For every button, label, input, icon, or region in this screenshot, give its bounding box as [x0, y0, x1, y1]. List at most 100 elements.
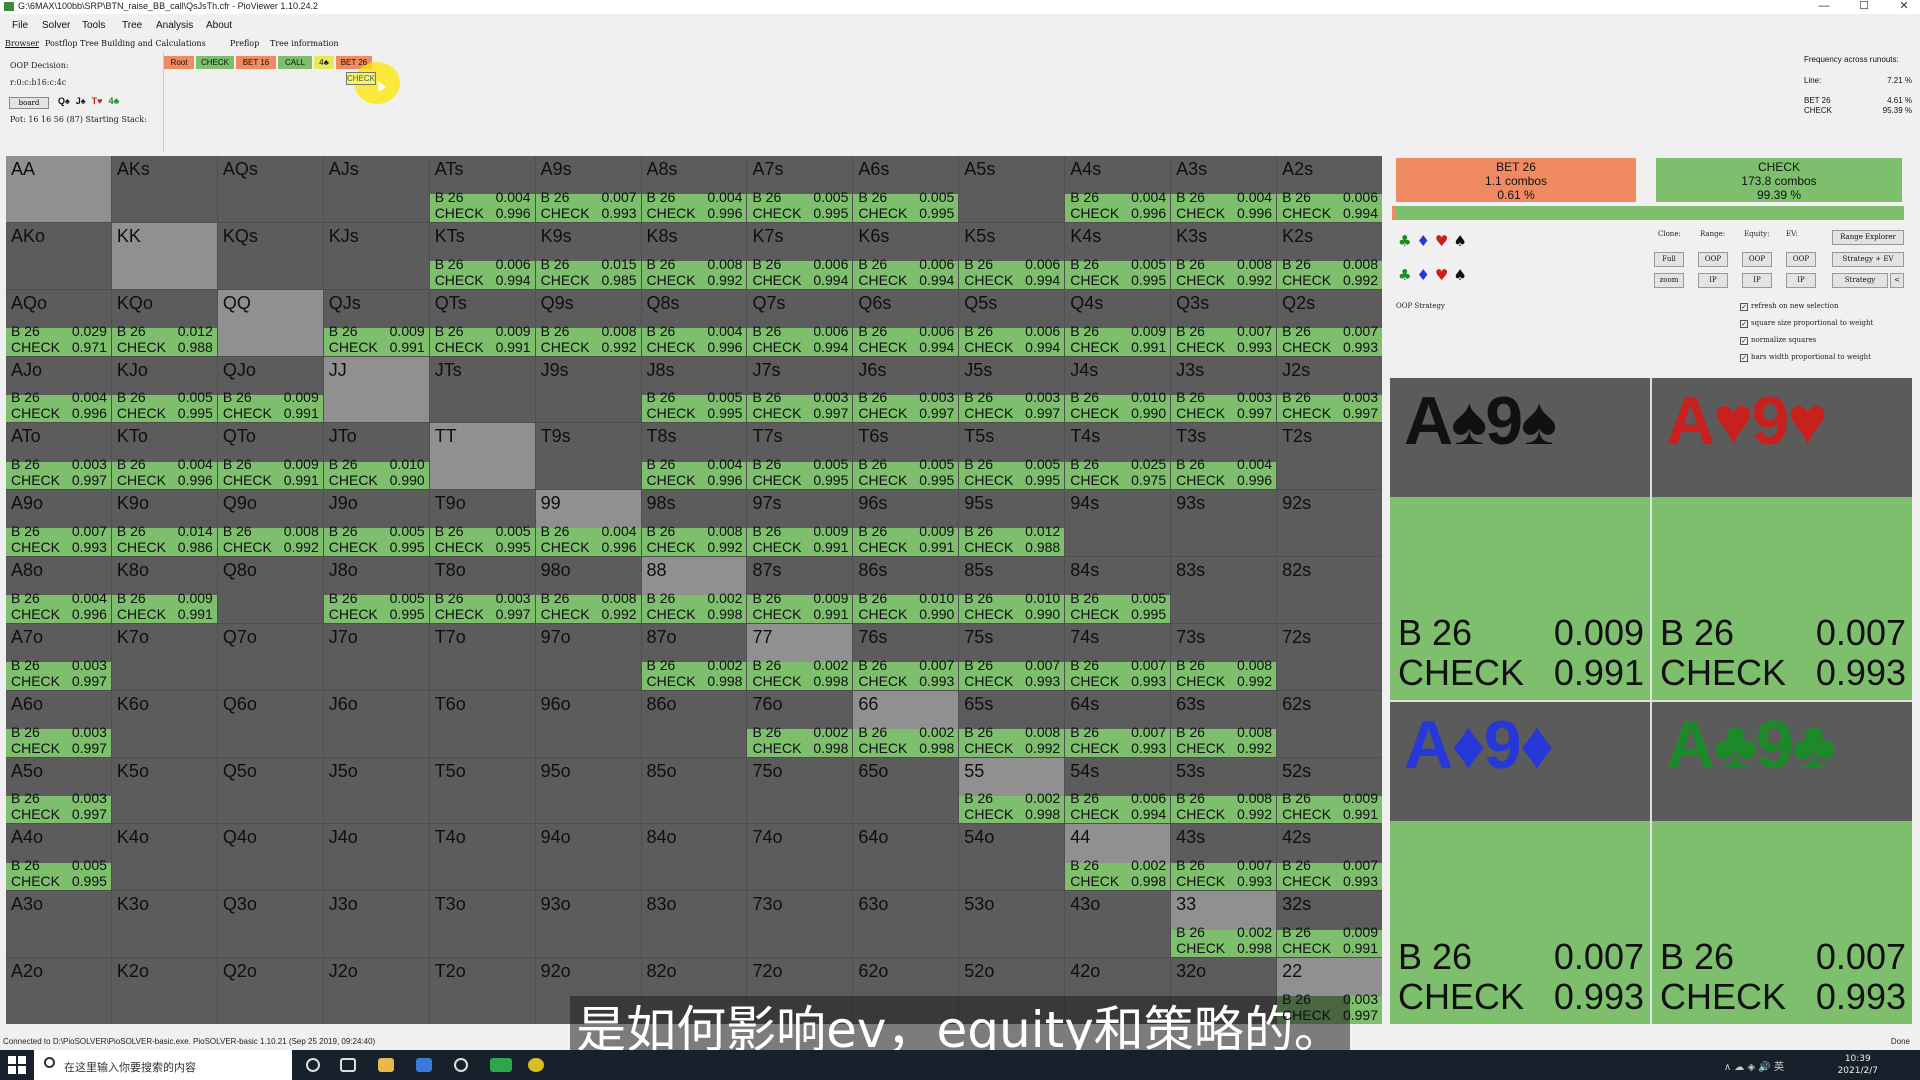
hand-cell[interactable]: T3o: [429, 891, 535, 958]
check-icon[interactable]: ✓: [1740, 337, 1748, 345]
hand-cell[interactable]: 55 B 26 0.002 CHECK 0.998: [959, 757, 1065, 824]
hand-cell[interactable]: T4o: [429, 824, 535, 891]
hand-cell[interactable]: 43o: [1065, 891, 1171, 958]
breadcrumb-item[interactable]: BET 16: [236, 56, 276, 69]
cortana-icon[interactable]: [306, 1058, 320, 1072]
hand-cell[interactable]: A4o B 26 0.005 CHECK 0.995: [6, 824, 111, 891]
hand-cell[interactable]: Q4o: [217, 824, 323, 891]
hand-cell[interactable]: 73o: [747, 891, 853, 958]
hand-cell[interactable]: K4s B 26 0.005 CHECK 0.995: [1065, 222, 1171, 289]
hand-cell[interactable]: T5s B 26 0.005 CHECK 0.995: [959, 423, 1065, 490]
hand-cell[interactable]: KJo B 26 0.005 CHECK 0.995: [111, 356, 217, 423]
hand-cell[interactable]: 53s B 26 0.008 CHECK 0.992: [1171, 757, 1277, 824]
hand-cell[interactable]: 75o: [747, 757, 853, 824]
zoom-button[interactable]: zoom: [1654, 273, 1684, 288]
hand-cell[interactable]: K7o: [111, 623, 217, 690]
hand-cell[interactable]: A3o: [6, 891, 111, 958]
hand-cell[interactable]: 43s B 26 0.007 CHECK 0.993: [1171, 824, 1277, 891]
hand-cell[interactable]: A8s B 26 0.004 CHECK 0.996: [641, 156, 747, 222]
hand-cell[interactable]: 86o: [641, 690, 747, 757]
hand-cell[interactable]: Q8o: [217, 557, 323, 623]
hand-cell[interactable]: K3s B 26 0.008 CHECK 0.992: [1171, 222, 1277, 289]
hand-cell[interactable]: T5o: [429, 757, 535, 824]
hand-cell[interactable]: JJ: [323, 356, 429, 423]
hand-cell[interactable]: 97s B 26 0.009 CHECK 0.991: [747, 490, 853, 557]
check-icon[interactable]: ✓: [1740, 320, 1748, 328]
hand-cell[interactable]: T7o: [429, 623, 535, 690]
hand-cell[interactable]: KTs B 26 0.006 CHECK 0.994: [429, 222, 535, 289]
hand-cell[interactable]: K2o: [111, 958, 217, 1024]
hand-cell[interactable]: AQs: [217, 156, 323, 222]
hand-cell[interactable]: QQ: [217, 289, 323, 356]
combo-card[interactable]: A♠9♠ B 26 0.009 CHECK 0.991: [1390, 378, 1650, 700]
menu-tree[interactable]: Tree: [122, 20, 142, 31]
hand-cell[interactable]: J4o: [323, 824, 429, 891]
check-icon[interactable]: ✓: [1740, 303, 1748, 311]
hand-cell[interactable]: 52s B 26 0.009 CHECK 0.991: [1277, 757, 1382, 824]
hand-cell[interactable]: QJs B 26 0.009 CHECK 0.991: [323, 289, 429, 356]
hand-cell[interactable]: 87o B 26 0.002 CHECK 0.998: [641, 623, 747, 690]
hand-cell[interactable]: J9o B 26 0.005 CHECK 0.995: [323, 490, 429, 557]
menu-analysis[interactable]: Analysis: [156, 20, 193, 31]
hand-cell[interactable]: 64s B 26 0.007 CHECK 0.993: [1065, 690, 1171, 757]
hand-cell[interactable]: 85o: [641, 757, 747, 824]
hand-cell[interactable]: 85s B 26 0.010 CHECK 0.990: [959, 557, 1065, 623]
hand-cell[interactable]: 87s B 26 0.009 CHECK 0.991: [747, 557, 853, 623]
hand-cell[interactable]: 82s: [1277, 557, 1382, 623]
hand-cell[interactable]: Q3o: [217, 891, 323, 958]
range-ip-button[interactable]: IP: [1698, 273, 1728, 288]
hand-cell[interactable]: K9s B 26 0.015 CHECK 0.985: [535, 222, 641, 289]
taskbar-search[interactable]: 在这里输入你要搜索的内容: [34, 1050, 292, 1080]
hand-cell[interactable]: A2s B 26 0.006 CHECK 0.994: [1277, 156, 1382, 222]
hand-cell[interactable]: ATo B 26 0.003 CHECK 0.997: [6, 423, 111, 490]
hand-cell[interactable]: T2o: [429, 958, 535, 1024]
club-icon[interactable]: ♣: [1398, 232, 1411, 250]
hand-cell[interactable]: 74o: [747, 824, 853, 891]
hand-cell[interactable]: 44 B 26 0.002 CHECK 0.998: [1065, 824, 1171, 891]
hand-cell[interactable]: 73s B 26 0.008 CHECK 0.992: [1171, 623, 1277, 690]
hand-cell[interactable]: T8o B 26 0.003 CHECK 0.997: [429, 557, 535, 623]
hand-cell[interactable]: J8s B 26 0.005 CHECK 0.995: [641, 356, 747, 423]
app-icon-yellow[interactable]: [528, 1058, 544, 1072]
hand-cell[interactable]: J7s B 26 0.003 CHECK 0.997: [747, 356, 853, 423]
breadcrumb-item[interactable]: CHECK: [196, 56, 234, 69]
hand-cell[interactable]: Q4s B 26 0.009 CHECK 0.991: [1065, 289, 1171, 356]
tab-browser[interactable]: Browser: [5, 39, 39, 48]
menu-about[interactable]: About: [206, 20, 232, 31]
hand-cell[interactable]: 98o B 26 0.008 CHECK 0.992: [535, 557, 641, 623]
suit-filter-row-1[interactable]: ♣ ♦ ♥ ♠: [1398, 232, 1472, 250]
hand-cell[interactable]: 65o: [853, 757, 959, 824]
ev-oop-button[interactable]: OOP: [1786, 252, 1816, 267]
hand-cell[interactable]: T3s B 26 0.004 CHECK 0.996: [1171, 423, 1277, 490]
hand-cell[interactable]: T9o B 26 0.005 CHECK 0.995: [429, 490, 535, 557]
hand-cell[interactable]: TT: [429, 423, 535, 490]
hand-cell[interactable]: Q3s B 26 0.007 CHECK 0.993: [1171, 289, 1277, 356]
close-button[interactable]: ✕: [1888, 0, 1920, 14]
taskbar-clock[interactable]: 10:39 2021/2/7: [1838, 1053, 1878, 1077]
breadcrumb-item[interactable]: 4♣: [314, 56, 334, 69]
checkbox-normalize[interactable]: ✓ normalize squares: [1740, 336, 1816, 345]
hand-cell[interactable]: T8s B 26 0.004 CHECK 0.996: [641, 423, 747, 490]
hand-cell[interactable]: AJo B 26 0.004 CHECK 0.996: [6, 356, 111, 423]
wechat-icon[interactable]: [490, 1058, 512, 1072]
hand-cell[interactable]: KK: [111, 222, 217, 289]
club-icon[interactable]: ♣: [1398, 266, 1411, 284]
hand-cell[interactable]: T6s B 26 0.005 CHECK 0.995: [853, 423, 959, 490]
combo-card[interactable]: A♦9♦ B 26 0.007 CHECK 0.993: [1390, 702, 1650, 1024]
hand-cell[interactable]: 86s B 26 0.010 CHECK 0.990: [853, 557, 959, 623]
suit-filter-row-2[interactable]: ♣ ♦ ♥ ♠: [1398, 266, 1472, 284]
menu-solver[interactable]: Solver: [42, 20, 70, 31]
hand-cell[interactable]: A9o B 26 0.007 CHECK 0.993: [6, 490, 111, 557]
tab-preflop[interactable]: Preflop: [230, 39, 259, 48]
hand-cell[interactable]: JTo B 26 0.010 CHECK 0.990: [323, 423, 429, 490]
spade-icon[interactable]: ♠: [1453, 232, 1466, 250]
hand-cell[interactable]: T2s: [1277, 423, 1382, 490]
hand-cell[interactable]: 74s B 26 0.007 CHECK 0.993: [1065, 623, 1171, 690]
hand-cell[interactable]: 32s B 26 0.009 CHECK 0.991: [1277, 891, 1382, 958]
hand-cell[interactable]: J2o: [323, 958, 429, 1024]
hand-cell[interactable]: 88 B 26 0.002 CHECK 0.998: [641, 557, 747, 623]
hand-cell[interactable]: 84s B 26 0.005 CHECK 0.995: [1065, 557, 1171, 623]
hand-cell[interactable]: A6s B 26 0.005 CHECK 0.995: [853, 156, 959, 222]
hand-cell[interactable]: J5o: [323, 757, 429, 824]
menu-tools[interactable]: Tools: [82, 20, 105, 31]
